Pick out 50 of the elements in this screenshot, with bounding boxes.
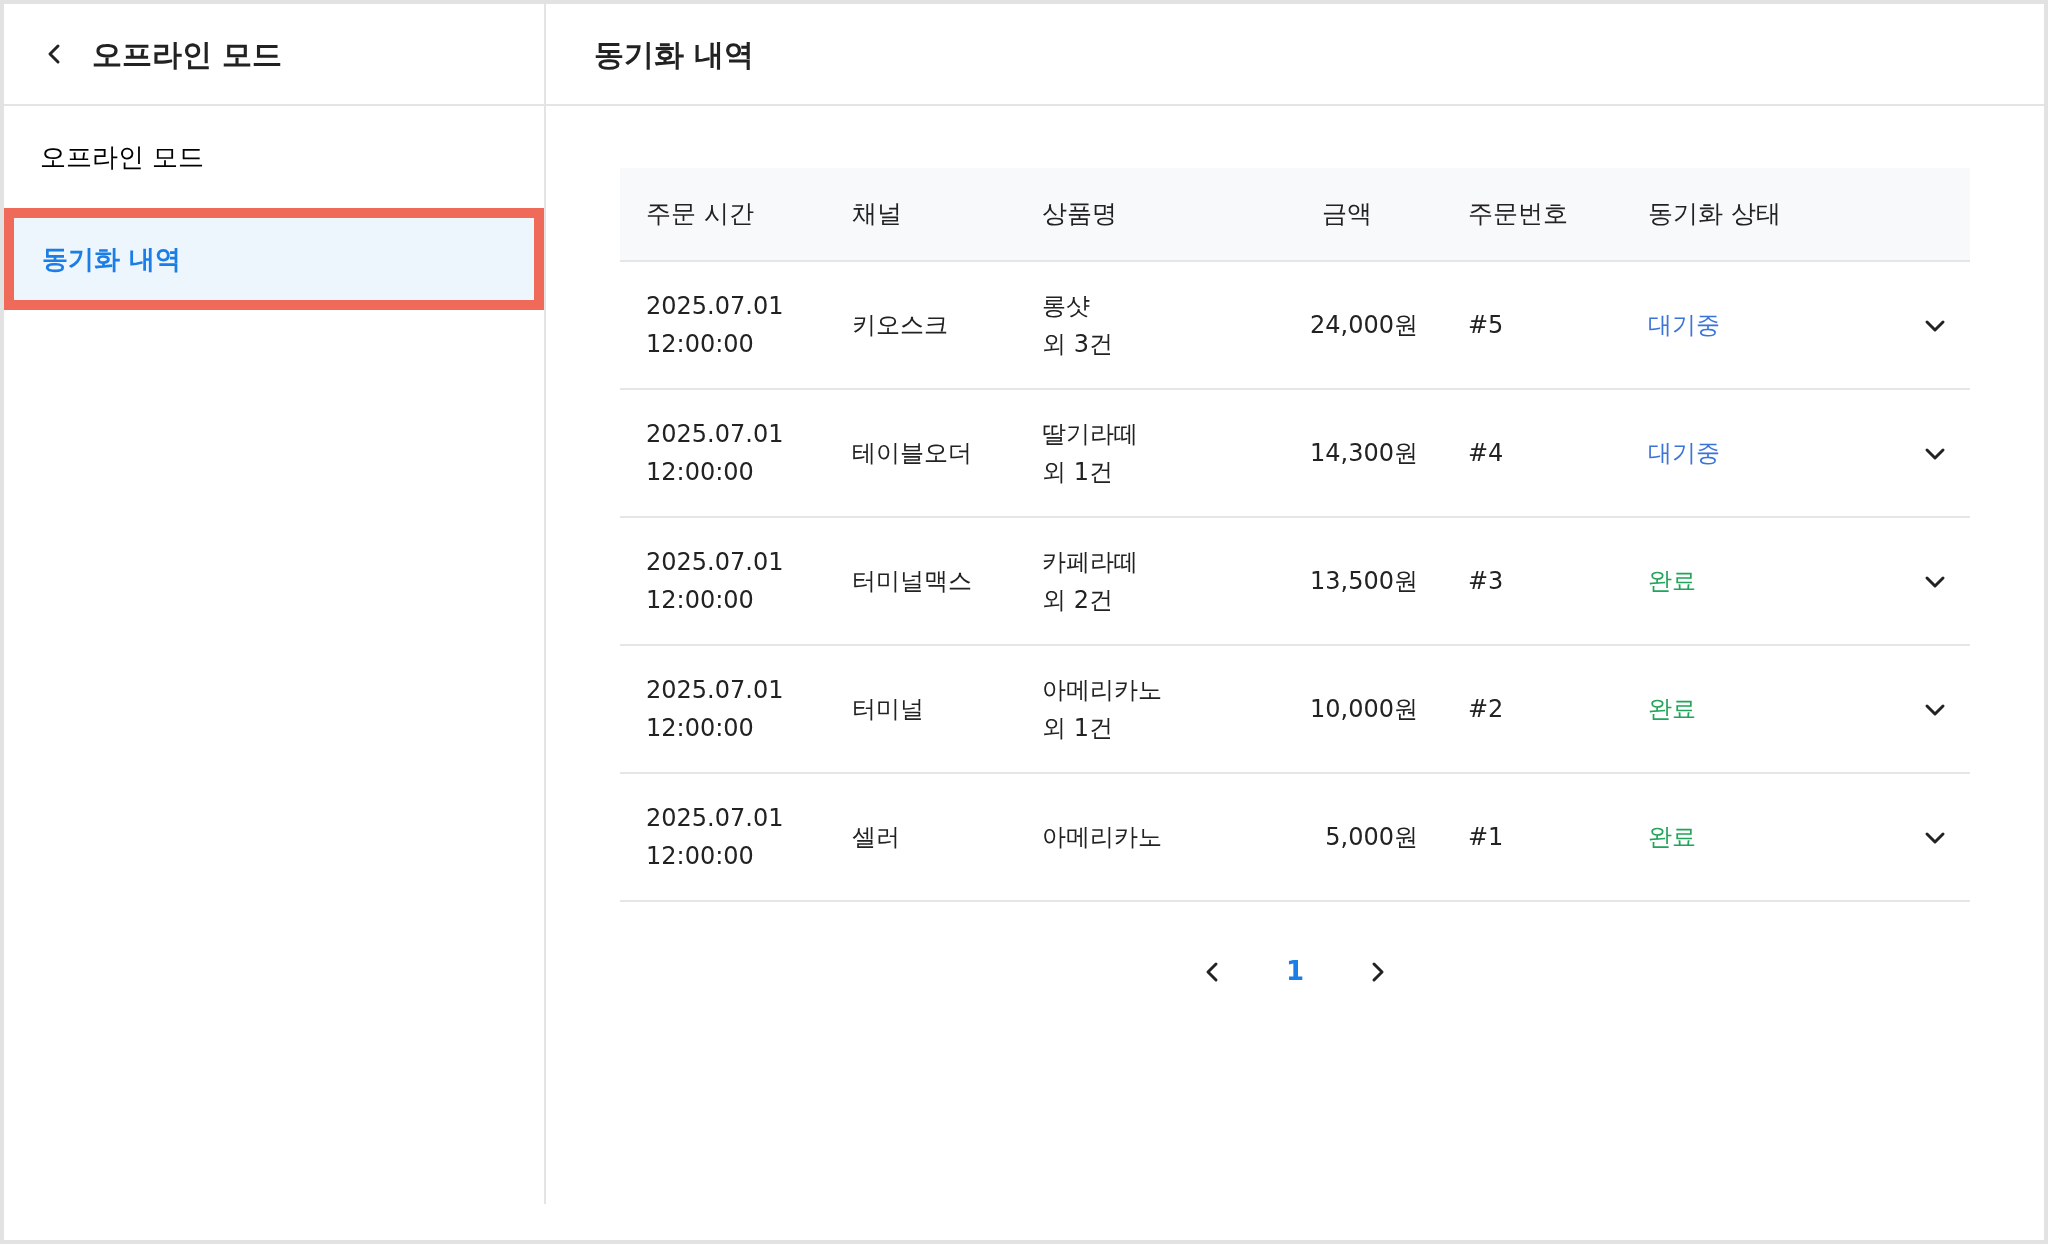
amount: 24,000원 <box>1309 310 1419 341</box>
order-date: 2025.07.01 <box>646 802 785 834</box>
product-name: 아메리카노 <box>1042 674 1163 706</box>
amount: 13,500원 <box>1309 566 1419 597</box>
channel-name: 키오스크 <box>852 310 949 341</box>
product-name: 카페라떼 <box>1042 546 1139 578</box>
order-number: #5 <box>1468 310 1505 341</box>
order-time: 12:00:00 <box>646 585 755 616</box>
order-time: 12:00:00 <box>646 457 755 488</box>
order-time: 12:00:00 <box>646 329 755 360</box>
order-number: #1 <box>1468 822 1505 853</box>
amount: 14,300원 <box>1309 438 1419 469</box>
product-name: 롱샷 <box>1042 290 1091 322</box>
sidebar-title: 오프라인 모드 <box>92 35 283 74</box>
order-date: 2025.07.01 <box>646 546 785 578</box>
order-time: 12:00:00 <box>646 841 755 872</box>
page-number[interactable]: 1 <box>1273 946 1317 997</box>
sync-status: 완료 <box>1648 694 1697 725</box>
sidebar-item[interactable]: 동기화 내역 <box>4 208 544 310</box>
sidebar-item[interactable]: 오프라인 모드 <box>4 106 544 208</box>
product-name: 딸기라떼 <box>1042 418 1139 450</box>
column-header: 주문번호 <box>1468 198 1569 231</box>
order-date: 2025.07.01 <box>646 290 785 322</box>
product-name: 아메리카노 <box>1042 821 1163 853</box>
order-date: 2025.07.01 <box>646 674 785 706</box>
sync-status: 완료 <box>1648 822 1697 853</box>
order-time: 12:00:00 <box>646 713 755 744</box>
channel-name: 테이블오더 <box>852 438 973 469</box>
order-number: #4 <box>1468 438 1505 469</box>
column-header: 금액 <box>1321 198 1373 231</box>
extra-count: 외 2건 <box>1042 585 1114 616</box>
order-number: #3 <box>1468 566 1505 597</box>
extra-count: 외 1건 <box>1042 713 1114 744</box>
column-header: 주문 시간 <box>646 198 755 231</box>
extra-count: 외 3건 <box>1042 329 1114 360</box>
channel-name: 셀러 <box>852 822 901 853</box>
order-date: 2025.07.01 <box>646 418 785 450</box>
channel-name: 터미널 <box>852 694 925 725</box>
column-header: 동기화 상태 <box>1648 198 1782 231</box>
sync-status: 대기중 <box>1648 310 1721 341</box>
sync-status: 대기중 <box>1648 438 1721 469</box>
sync-status: 완료 <box>1648 566 1697 597</box>
page-title: 동기화 내역 <box>594 35 755 74</box>
extra-count: 외 1건 <box>1042 457 1114 488</box>
channel-name: 터미널맥스 <box>852 566 973 597</box>
amount: 10,000원 <box>1309 694 1419 725</box>
order-number: #2 <box>1468 694 1505 725</box>
column-header: 상품명 <box>1042 198 1118 231</box>
amount: 5,000원 <box>1324 822 1419 853</box>
column-header: 채널 <box>852 198 903 231</box>
